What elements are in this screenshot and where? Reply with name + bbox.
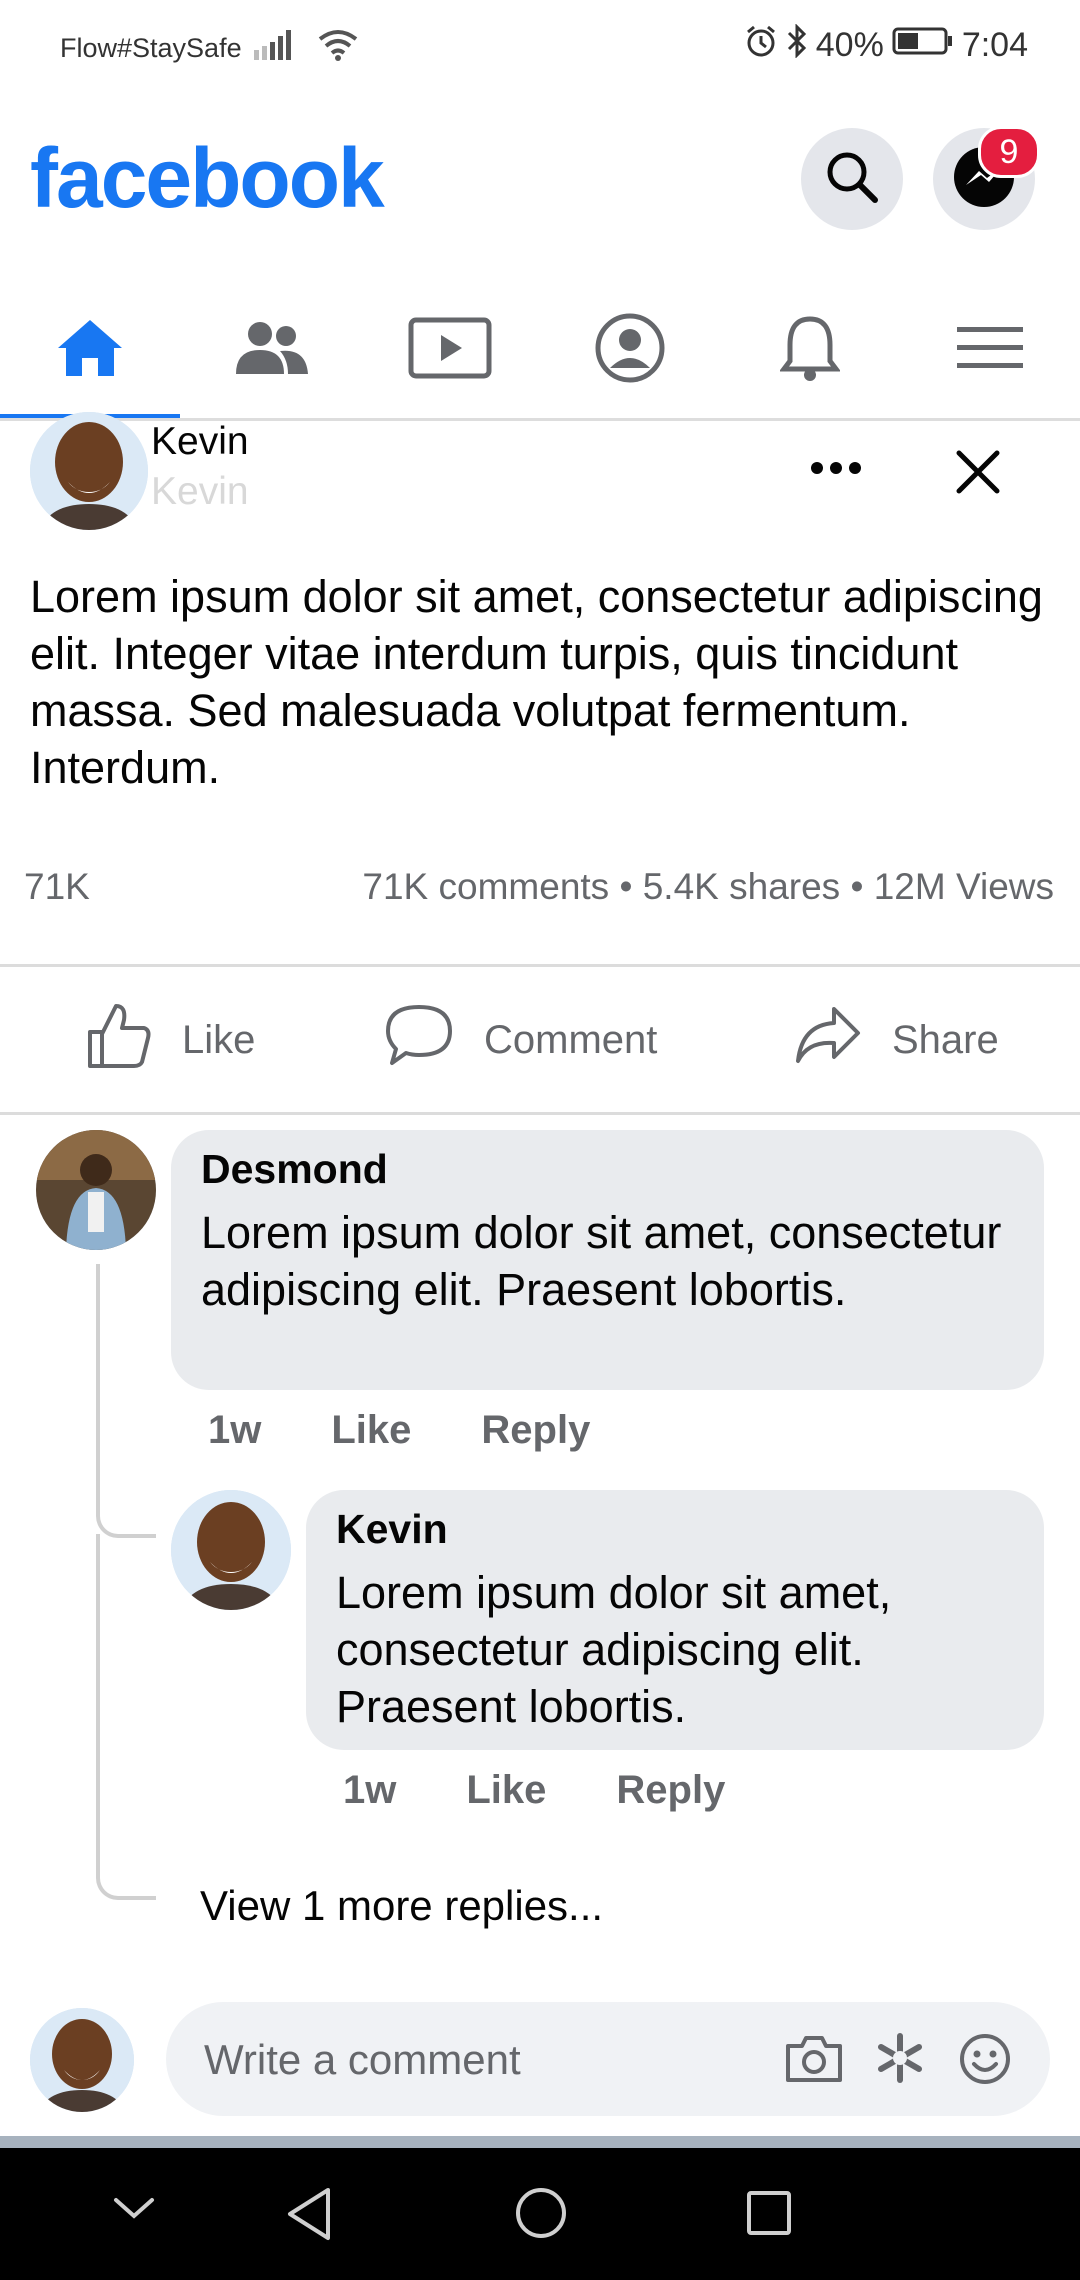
post-stats: 71K comments • 5.4K shares • 12M Views [362,866,1054,908]
reply-bubble[interactable]: Kevin Lorem ipsum dolor sit amet, consec… [306,1490,1044,1750]
share-button[interactable]: Share [794,1000,999,1080]
shares-count[interactable]: 5.4K shares [643,866,840,907]
tab-watch[interactable] [360,280,540,420]
share-arrow-icon [794,1005,862,1075]
comment-like-button[interactable]: Like [331,1408,411,1453]
reply-reply-button[interactable]: Reply [616,1768,725,1813]
tab-friends[interactable] [180,280,360,420]
comment-button[interactable]: Comment [384,1000,657,1080]
reply-like-button[interactable]: Like [466,1768,546,1813]
comment-composer [166,2002,1050,2118]
comment-time: 1w [208,1408,262,1452]
wifi-icon [318,29,358,68]
system-navigation-bar [0,2148,1080,2280]
reply-time: 1w [343,1768,397,1812]
tab-notifications[interactable] [720,280,900,420]
comment-label: Comment [484,1017,658,1062]
close-post-button[interactable] [948,444,1008,504]
profile-icon [594,312,666,389]
hide-keyboard-chevron-icon[interactable] [112,2194,156,2227]
like-button[interactable]: Like [86,1000,255,1080]
reply-text: Lorem ipsum dolor sit amet, consectetur … [336,1567,892,1732]
search-button[interactable] [801,128,903,230]
reply-meta: 1w Like Reply [343,1768,725,1813]
post-body-text: Lorem ipsum dolor sit amet, consectetur … [30,571,1043,793]
close-icon [955,449,1001,500]
post-options-button[interactable] [806,440,866,500]
views-count: 12M Views [873,866,1054,907]
notifications-icon [779,313,841,388]
stats-separator: • [850,866,864,907]
status-bar: Flow#StaySafe 40% 7:04 [0,0,1080,92]
share-label: Share [892,1017,999,1062]
clock-time: 7:04 [961,26,1028,64]
bluetooth-icon [786,23,808,67]
recents-square-icon[interactable] [744,2188,794,2243]
tab-profile[interactable] [540,280,720,420]
battery-icon [892,26,954,65]
more-options-icon [810,461,862,480]
thumbs-up-icon [86,1000,152,1080]
comments-count[interactable]: 71K comments [362,866,609,907]
post-author-name[interactable]: Kevin [151,420,249,464]
comment-bubble[interactable]: Desmond Lorem ipsum dolor sit amet, cons… [171,1130,1044,1390]
friends-icon [230,320,310,381]
alarm-icon [744,24,778,67]
comment-text: Lorem ipsum dolor sit amet, consectetur … [201,1207,1002,1315]
tab-home[interactable] [0,280,180,420]
view-more-replies-link[interactable]: View 1 more replies... [200,1882,603,1930]
reactions-count[interactable]: 71K [24,866,90,908]
home-circle-icon[interactable] [514,2186,568,2245]
current-user-avatar [30,2008,134,2112]
comment-input[interactable] [202,2002,726,2118]
emoji-icon[interactable] [958,2032,1012,2091]
home-icon [54,316,126,385]
search-icon [823,148,881,211]
commenter-avatar[interactable] [36,1130,156,1250]
post-author-avatar[interactable] [30,412,148,530]
actions-divider [0,1112,1080,1115]
carrier-label: Flow#StaySafe [60,33,242,63]
comment-bubble-icon [384,1003,454,1077]
gif-sticker-icon[interactable] [874,2032,926,2089]
back-triangle-icon[interactable] [284,2186,334,2247]
battery-percent: 40% [815,26,884,64]
watch-icon [408,316,492,385]
thread-connector-reply [96,1264,156,1538]
comment-reply-button[interactable]: Reply [481,1408,590,1453]
reply-author-avatar[interactable] [171,1490,291,1610]
thread-connector-more [96,1534,156,1900]
post-author-subtitle: Kevin [151,470,249,513]
comment-author[interactable]: Desmond [201,1146,388,1193]
bottom-edge-bar [0,2136,1080,2148]
stats-separator: • [619,866,633,907]
tab-bar [0,280,1080,420]
stats-divider [0,964,1080,967]
messenger-badge: 9 [978,126,1040,178]
tab-menu[interactable] [900,280,1080,420]
reply-author[interactable]: Kevin [336,1506,448,1553]
like-label: Like [182,1017,256,1062]
comment-meta: 1w Like Reply [208,1408,590,1453]
facebook-logo[interactable]: facebook [30,130,385,227]
camera-icon[interactable] [784,2034,844,2089]
cell-signal-icon [252,28,308,69]
menu-icon [957,325,1023,376]
